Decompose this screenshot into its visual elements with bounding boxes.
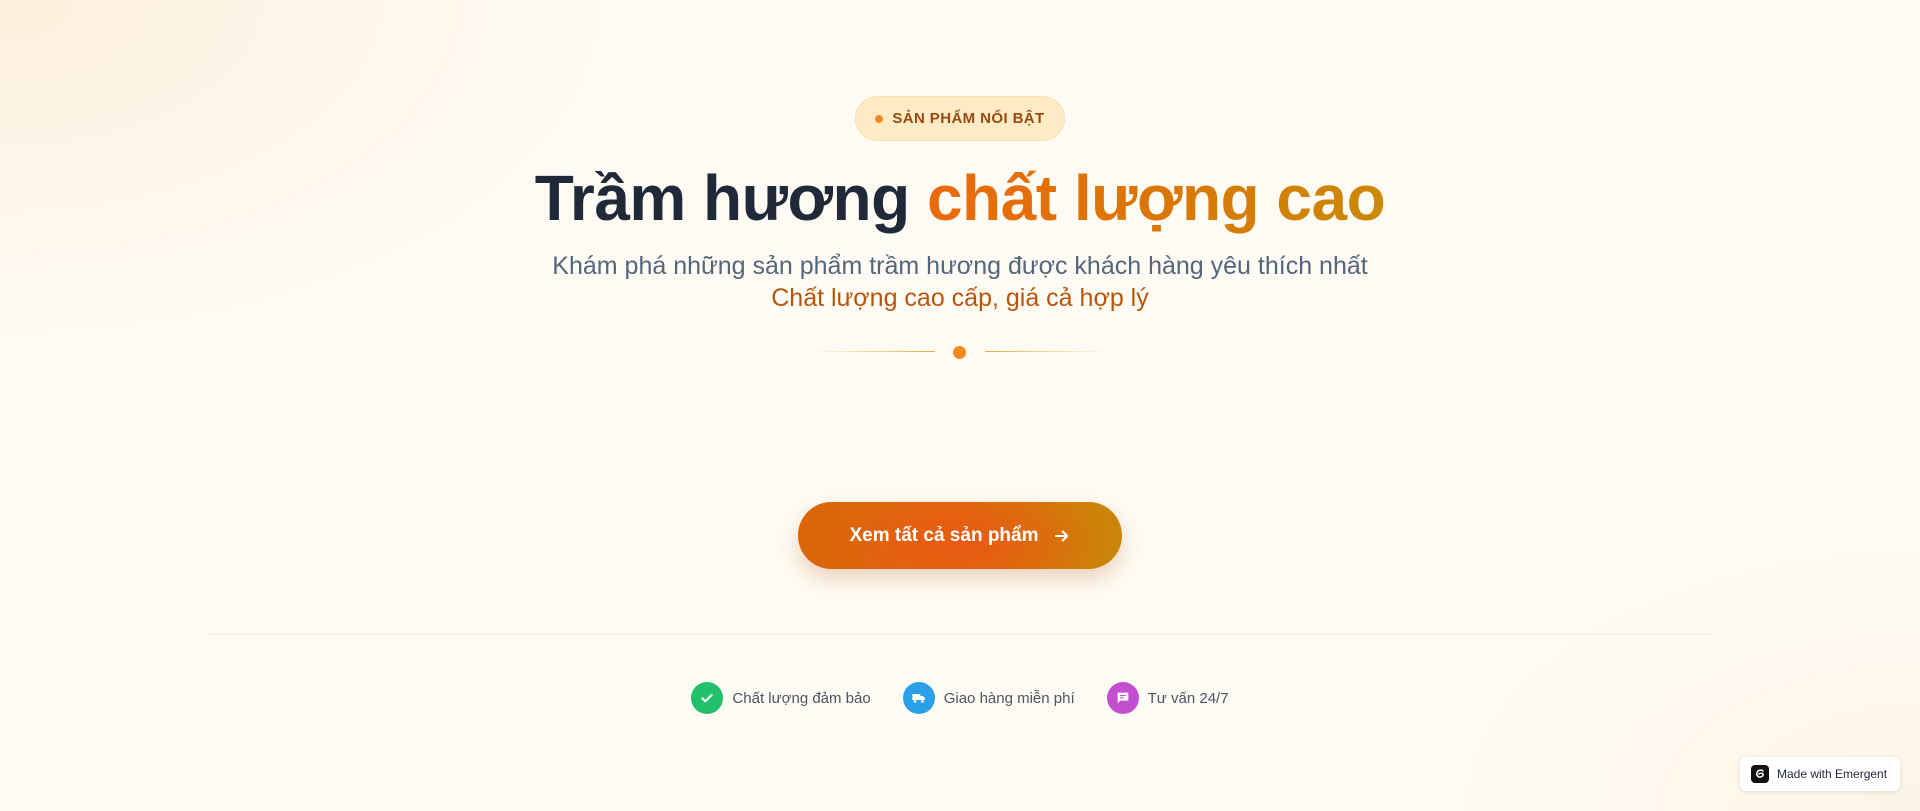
- title-main: Trầm hương: [534, 162, 910, 234]
- made-with-label: Made with Emergent: [1777, 767, 1888, 781]
- divider-line-left: [810, 351, 935, 352]
- feature-item-shipping: Giao hàng miễn phí: [902, 682, 1075, 714]
- hero-subtitle: Khám phá những sản phẩm trầm hương được …: [552, 252, 1368, 280]
- truck-icon: [902, 682, 935, 714]
- hero-tagline: Chất lượng cao cấp, giá cả hợp lý: [771, 284, 1149, 312]
- featured-badge: SẢN PHẨM NỔI BẬT: [855, 96, 1065, 141]
- ornament-divider: [810, 344, 1110, 360]
- arrow-right-icon: [1054, 530, 1068, 541]
- feature-label: Chất lượng đảm bảo: [732, 689, 871, 707]
- cta-label: Xem tất cả sản phẩm: [849, 524, 1039, 546]
- check-icon: [691, 682, 724, 714]
- badge-label: SẢN PHẨM NỔI BẬT: [892, 110, 1045, 127]
- feature-label: Giao hàng miễn phí: [943, 689, 1075, 707]
- feature-list: Chất lượng đảm bảo Giao hàng miễn phí Tư…: [0, 682, 1920, 714]
- feature-label: Tư vấn 24/7: [1147, 689, 1229, 707]
- feature-item-support: Tư vấn 24/7: [1106, 682, 1229, 714]
- badge-dot-icon: [875, 114, 884, 123]
- chat-icon: [1106, 682, 1139, 714]
- view-all-products-button[interactable]: Xem tất cả sản phẩm: [798, 502, 1122, 569]
- title-accent: chất lượng cao: [926, 162, 1386, 234]
- page-title: Trầm hương chất lượng cao: [0, 158, 1920, 238]
- divider-line-right: [985, 351, 1110, 352]
- divider-dot-icon: [953, 346, 966, 359]
- emergent-logo-icon: [1751, 765, 1769, 783]
- section-separator: [205, 634, 1715, 635]
- feature-item-quality: Chất lượng đảm bảo: [691, 682, 871, 714]
- made-with-emergent-link[interactable]: Made with Emergent: [1740, 757, 1900, 791]
